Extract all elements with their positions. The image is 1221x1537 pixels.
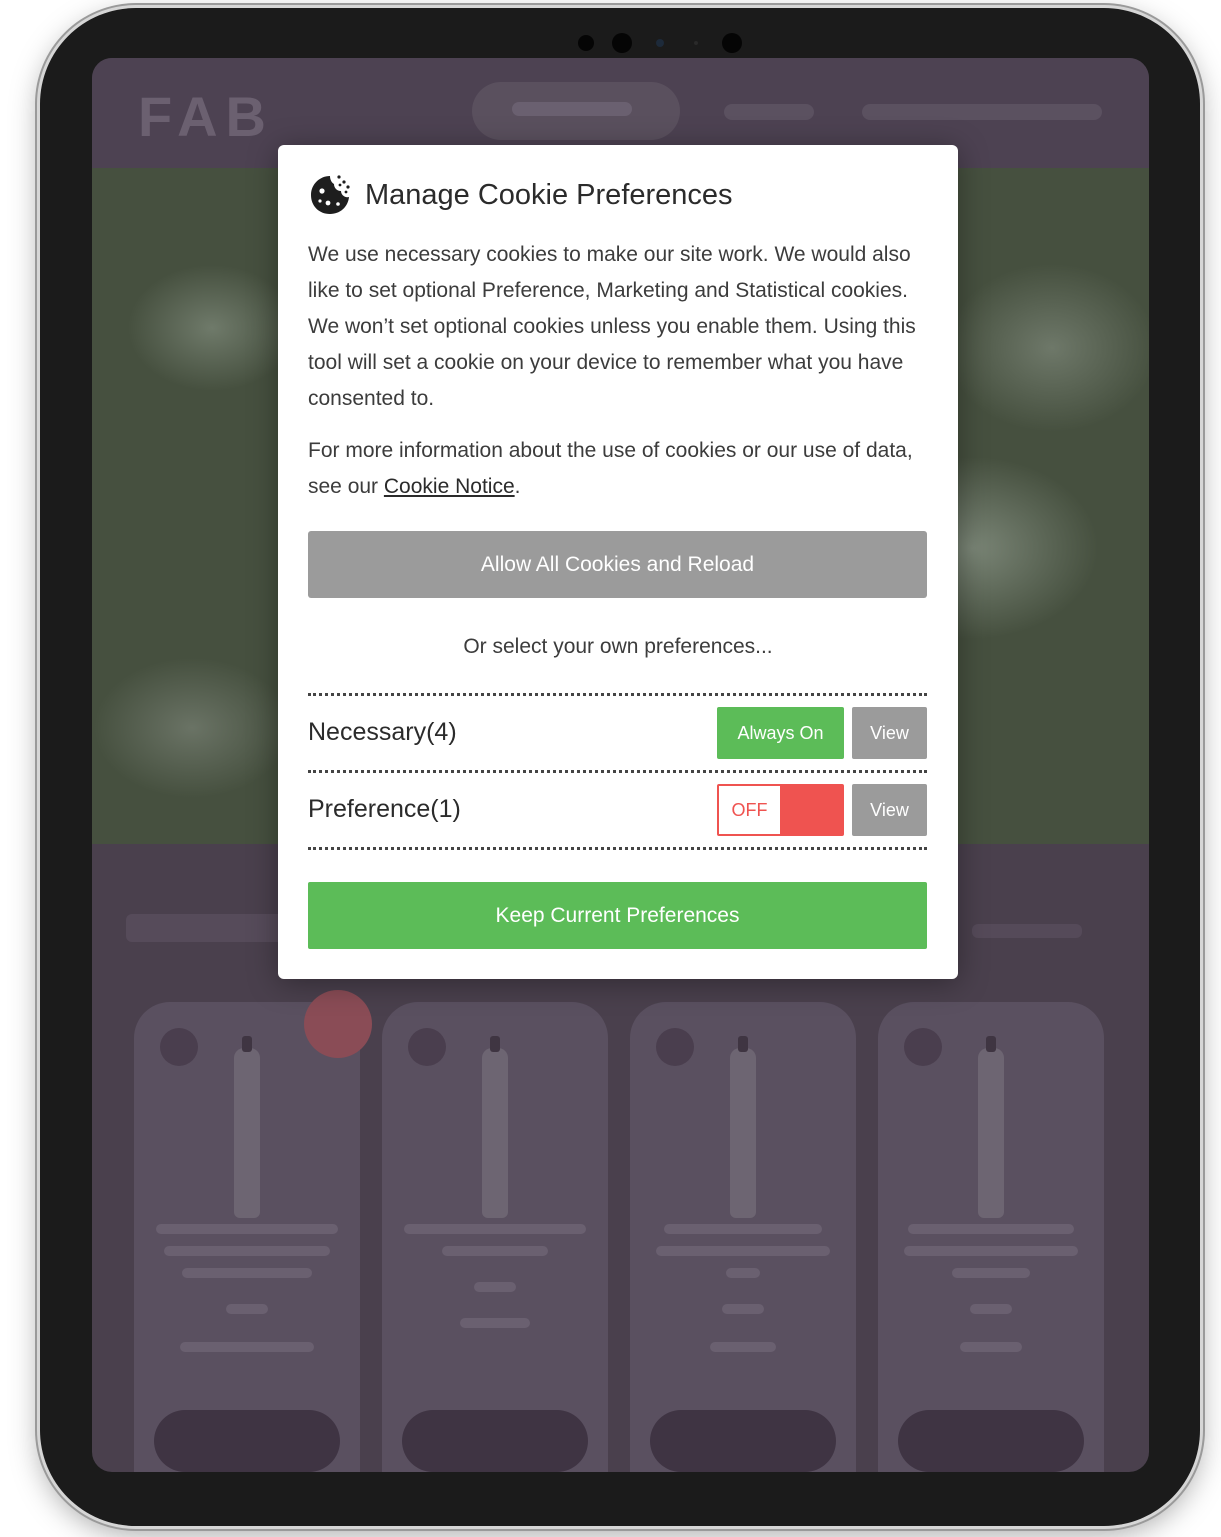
necessary-category-label: Necessary(4): [308, 718, 457, 746]
cookie-icon: [311, 175, 350, 214]
site-logo: FAB: [138, 85, 274, 148]
sensor-dot: [694, 41, 698, 45]
cookie-preferences-modal: Manage Cookie Preferences We use necessa…: [278, 145, 958, 979]
divider: [308, 847, 927, 850]
divider: [308, 693, 927, 696]
more-info-text: For more information about the use of co…: [308, 433, 920, 505]
preference-view-button[interactable]: View: [852, 784, 927, 836]
toggle-state-label: OFF: [719, 786, 780, 834]
cookie-intro-text: We use necessary cookies to make our sit…: [308, 243, 916, 410]
product-card: [382, 1002, 608, 1472]
camera-bar: [578, 32, 748, 54]
sale-badge: [304, 990, 372, 1058]
featured-heading: [126, 914, 286, 942]
nav-item: [724, 104, 814, 120]
product-card: [630, 1002, 856, 1472]
cookie-notice-link[interactable]: Cookie Notice: [384, 475, 515, 498]
always-on-badge: Always On: [717, 707, 844, 759]
modal-title: Manage Cookie Preferences: [365, 178, 733, 211]
necessary-view-button[interactable]: View: [852, 707, 927, 759]
sensor-dot: [612, 33, 632, 53]
nav-item: [862, 104, 1102, 120]
or-select-text: Or select your own preferences...: [463, 635, 773, 658]
more-info-suffix: .: [514, 475, 521, 498]
product-card: [134, 1002, 360, 1472]
sensor-dot: [722, 33, 742, 53]
camera-lens: [656, 39, 664, 47]
divider: [308, 770, 927, 773]
allow-all-cookies-button[interactable]: Allow All Cookies and Reload: [308, 531, 927, 598]
preference-toggle[interactable]: OFF: [717, 784, 844, 836]
product-card: [878, 1002, 1104, 1472]
featured-link: [972, 924, 1082, 938]
site-search-pill: [472, 82, 680, 140]
keep-preferences-button[interactable]: Keep Current Preferences: [308, 882, 927, 949]
preference-category-label: Preference(1): [308, 795, 461, 823]
modal-header: Manage Cookie Preferences: [308, 173, 733, 217]
sensor-dot: [578, 35, 594, 51]
